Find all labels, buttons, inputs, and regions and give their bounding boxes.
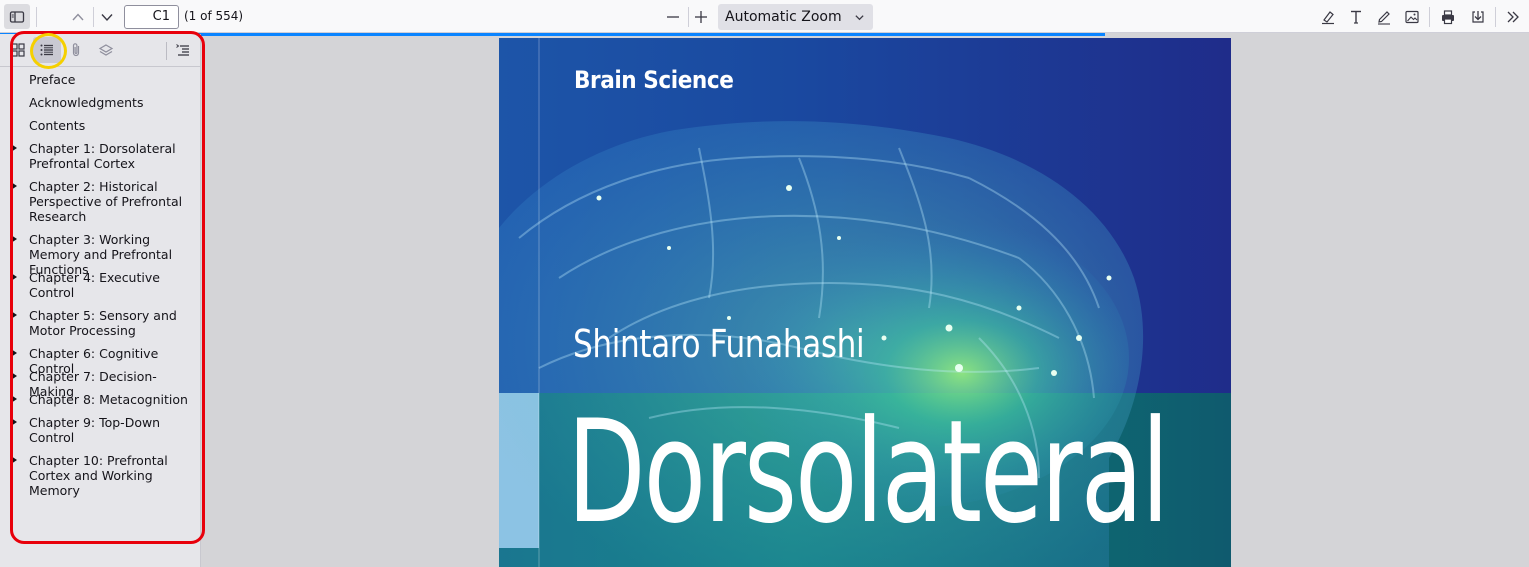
page-count-label: (1 of 554) xyxy=(184,9,244,23)
sidebar-toggle-button[interactable] xyxy=(4,4,30,29)
tools-menu-button[interactable] xyxy=(1500,4,1526,29)
printer-icon xyxy=(1442,9,1454,24)
image-icon xyxy=(1405,10,1419,23)
add-image-button[interactable] xyxy=(1399,4,1425,29)
zoom-select-value: Automatic Zoom xyxy=(725,9,842,25)
toolbar-divider xyxy=(1495,7,1496,27)
book-author: Shintaro Funahashi xyxy=(573,322,865,366)
highlight-ring xyxy=(30,33,67,69)
previous-page-button[interactable] xyxy=(65,4,91,29)
zoom-out-button[interactable] xyxy=(660,4,686,29)
zoom-in-button[interactable] xyxy=(688,4,714,29)
highlight-box xyxy=(10,31,205,544)
toolbar-divider xyxy=(1429,7,1430,27)
draw-button[interactable] xyxy=(1371,4,1397,29)
double-chevron-right-icon xyxy=(1507,11,1519,22)
sidebar-icon xyxy=(9,10,25,23)
page-number-input[interactable]: C1 xyxy=(124,5,179,29)
download-icon xyxy=(1472,10,1484,23)
cover-spine-line xyxy=(538,38,540,567)
save-button[interactable] xyxy=(1465,4,1491,29)
highlight-button[interactable] xyxy=(1315,4,1341,29)
minus-icon xyxy=(667,15,679,18)
toolbar-divider xyxy=(36,7,37,27)
add-text-button[interactable] xyxy=(1343,4,1369,29)
chevron-down-icon xyxy=(855,15,864,21)
text-icon xyxy=(1351,10,1361,24)
book-series: Brain Science xyxy=(574,66,734,94)
book-title: Dorsolateral xyxy=(567,390,1170,555)
pen-icon xyxy=(1378,10,1390,25)
chevron-down-icon xyxy=(101,13,113,21)
next-page-button[interactable] xyxy=(94,4,120,29)
highlighter-icon xyxy=(1322,10,1334,24)
print-button[interactable] xyxy=(1435,4,1461,29)
zoom-select[interactable]: Automatic Zoom xyxy=(718,4,873,30)
chevron-up-icon xyxy=(72,12,84,20)
plus-icon xyxy=(695,10,707,23)
toolbar: C1 (1 of 554) Automatic Zoom xyxy=(0,0,1529,33)
pdf-page: Brain Science Shintaro Funahashi Dorsola… xyxy=(499,38,1231,567)
